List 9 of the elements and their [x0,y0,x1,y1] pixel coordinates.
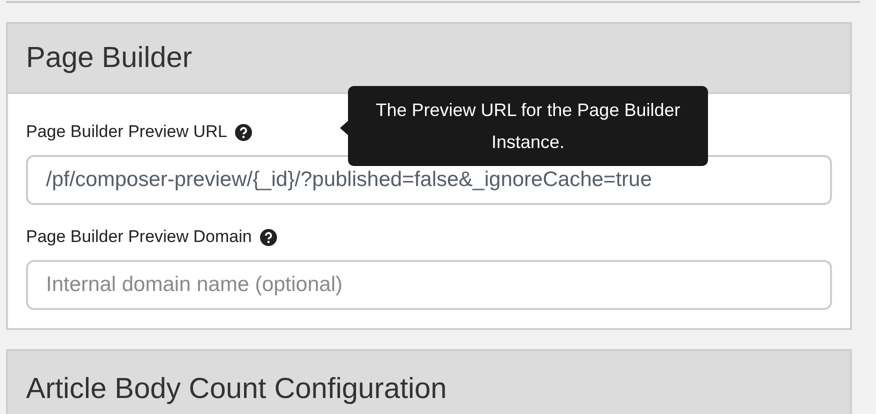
tooltip: The Preview URL for the Page Builder Instance. [348,86,708,166]
text-field[interactable]: /pf/composer-preview/{_id}/?published=false&_ignoreCache=true [26,155,832,205]
panel-title: Article Body Count Configuration [26,373,447,406]
field-label: Page Builder Preview URL [26,122,228,142]
help-icon[interactable] [260,228,277,246]
panel-title: Page Builder [26,42,192,74]
help-icon[interactable] [235,124,252,140]
text-field[interactable]: Internal domain name (optional) [26,260,832,310]
field-label: Page Builder Preview Domain [26,227,252,247]
